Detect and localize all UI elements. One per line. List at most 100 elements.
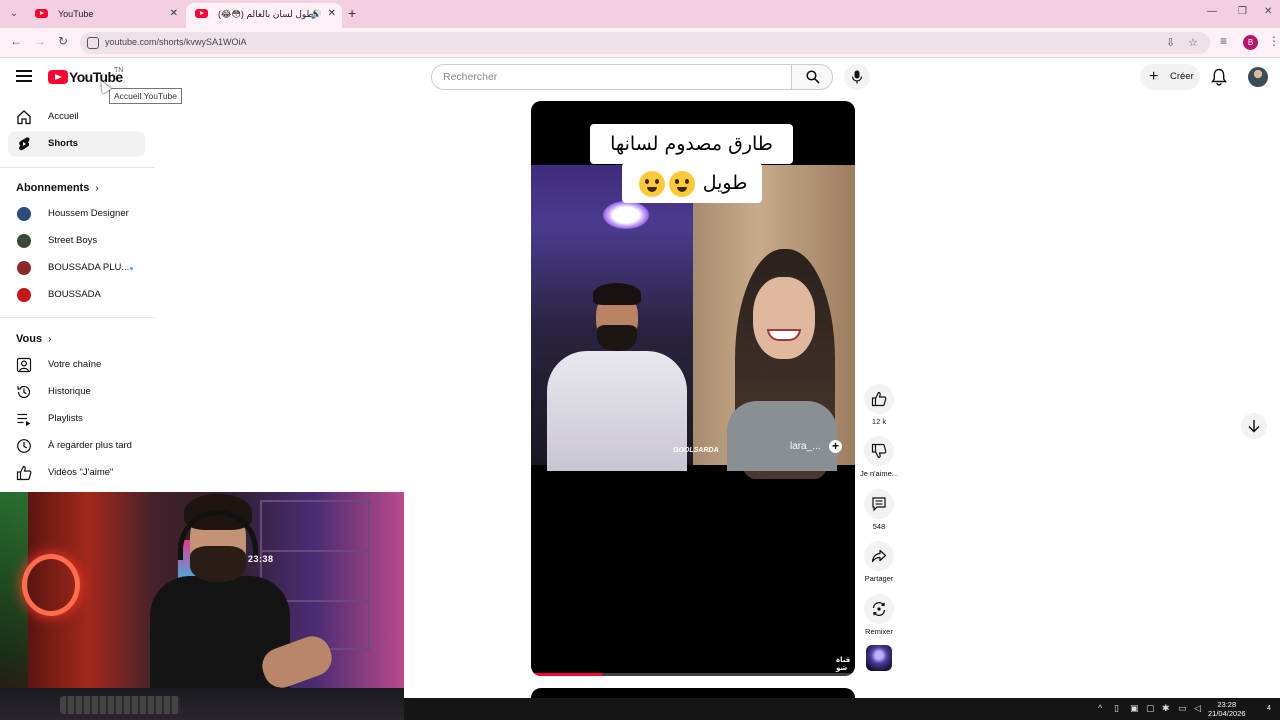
video-caption-line-1: طارق مصدوم لسانها bbox=[590, 124, 793, 164]
video-progress-fill bbox=[531, 673, 603, 676]
liked-videos-icon bbox=[16, 465, 32, 481]
reload-icon[interactable]: ↻ bbox=[58, 34, 68, 48]
remix-icon bbox=[872, 602, 886, 616]
notification-center-icon[interactable]: 4 bbox=[1262, 702, 1276, 716]
plus-icon: + bbox=[1149, 68, 1159, 85]
search-button[interactable] bbox=[791, 64, 833, 90]
browser-menu-icon[interactable]: ⋮ bbox=[1268, 34, 1280, 48]
webcam-overlay: 23:38 bbox=[0, 492, 404, 720]
sidebar-item-subscription[interactable]: BOUSSADA bbox=[8, 282, 145, 308]
sidebar-item-history[interactable]: Historique bbox=[8, 379, 145, 405]
video-man-shirt bbox=[547, 351, 687, 471]
tab-search-icon[interactable]: ≡ bbox=[1220, 34, 1227, 48]
add-icon: + bbox=[829, 440, 842, 453]
voice-search-button[interactable] bbox=[844, 64, 870, 90]
original-sound-thumbnail[interactable] bbox=[866, 645, 892, 671]
sidebar-item-playlists[interactable]: Playlists bbox=[8, 406, 145, 432]
tray-app-icon[interactable]: ▣ bbox=[1130, 703, 1139, 714]
restore-window-icon[interactable]: ❐ bbox=[1238, 6, 1247, 17]
dislike-button[interactable] bbox=[864, 436, 894, 466]
sidebar-item-liked-videos[interactable]: Vidéos "J'aime" bbox=[8, 460, 145, 486]
microphone-icon bbox=[851, 70, 863, 84]
share-button[interactable] bbox=[864, 541, 894, 571]
sidebar-item-label: Houssem Designer bbox=[48, 208, 129, 219]
shorts-icon bbox=[19, 137, 30, 151]
guide-menu-icon[interactable] bbox=[16, 70, 32, 82]
channel-avatar bbox=[17, 261, 31, 275]
tray-network-icon[interactable]: ▭ bbox=[1178, 703, 1187, 714]
video-man-beard bbox=[597, 325, 637, 351]
dislike-action[interactable]: Je n'aime... bbox=[860, 436, 898, 478]
share-action[interactable]: Partager bbox=[862, 541, 896, 583]
windows-taskbar: ^ ▯ ▣ ▢ ✱ ▭ ◁ bbox=[404, 698, 1280, 720]
keyboard-icon bbox=[60, 696, 180, 714]
youtube-favicon-icon bbox=[195, 9, 208, 18]
sidebar-item-subscription[interactable]: BOUSSADA PLU... bbox=[8, 255, 145, 281]
close-window-icon[interactable]: ✕ bbox=[1264, 6, 1272, 17]
shorts-video-player[interactable]: طارق مصدوم لسانها طويل GOOLSARDA lara_..… bbox=[531, 101, 855, 676]
sidebar-divider bbox=[0, 317, 155, 318]
browser-tab-shorts[interactable]: (😂😳) اطول لسان بالعالم #shorts 🔊 ✕ bbox=[186, 3, 342, 28]
sidebar-item-home[interactable]: Accueil bbox=[8, 104, 145, 130]
like-action[interactable]: 12 k bbox=[862, 384, 896, 426]
close-tab-icon[interactable]: ✕ bbox=[170, 3, 178, 25]
tab-title: (😂😳) اطول لسان بالعالم #shorts bbox=[218, 9, 318, 19]
sidebar-item-subscription[interactable]: Houssem Designer bbox=[8, 201, 145, 227]
video-watermark-right: lara_... bbox=[790, 441, 821, 452]
search-bar: Rechercher bbox=[431, 64, 833, 90]
tray-overflow-chevron-icon[interactable]: ^ bbox=[1098, 703, 1102, 713]
bookmark-star-icon[interactable]: ☆ bbox=[1188, 36, 1198, 49]
create-label: Créer bbox=[1170, 71, 1194, 82]
forward-arrow-icon[interactable]: → bbox=[34, 34, 46, 48]
sidebar-item-shorts[interactable]: Shorts bbox=[8, 131, 145, 157]
taskbar-clock[interactable]: 23:28 21/04/2026 bbox=[1208, 700, 1246, 718]
playlists-icon bbox=[17, 413, 31, 426]
tab-audio-icon[interactable]: 🔊 bbox=[311, 3, 322, 25]
youtube-play-logo-icon bbox=[48, 70, 68, 84]
subscriptions-header[interactable]: Abonnements › bbox=[16, 182, 99, 194]
minimize-window-icon[interactable]: — bbox=[1207, 6, 1217, 17]
video-woman-face bbox=[753, 277, 815, 359]
sidebar-item-watch-later[interactable]: À regarder plus tard bbox=[8, 433, 145, 459]
install-app-icon[interactable]: ⇩ bbox=[1166, 36, 1175, 49]
url-text: youtube.com/shorts/kvwySA1WOiA bbox=[105, 37, 247, 47]
new-tab-icon[interactable]: + bbox=[348, 5, 356, 21]
video-progress-bar[interactable] bbox=[531, 673, 855, 676]
browser-tab-youtube[interactable]: YouTube ✕ bbox=[26, 3, 184, 28]
address-bar[interactable]: youtube.com/shorts/kvwySA1WOiA ⇩ ☆ bbox=[80, 32, 1210, 54]
channel-avatar bbox=[17, 288, 31, 302]
tray-battery-icon[interactable]: ▯ bbox=[1114, 703, 1119, 714]
sidebar-divider bbox=[0, 167, 155, 168]
back-arrow-icon[interactable]: ← bbox=[10, 34, 22, 48]
you-header[interactable]: Vous › bbox=[16, 333, 51, 345]
notifications-bell-icon[interactable] bbox=[1211, 68, 1227, 86]
tray-app-icon[interactable]: ▢ bbox=[1146, 703, 1155, 714]
webcam-shelf-board bbox=[260, 550, 370, 552]
comments-button[interactable] bbox=[864, 489, 894, 519]
you-title: Vous bbox=[16, 333, 43, 345]
account-avatar[interactable] bbox=[1248, 67, 1268, 87]
channel-tag: قناة شو bbox=[836, 657, 851, 672]
next-short-button[interactable] bbox=[1241, 413, 1267, 439]
comments-action[interactable]: 548 bbox=[862, 489, 896, 531]
comment-icon bbox=[872, 497, 886, 512]
share-label: Partager bbox=[864, 574, 894, 583]
tray-volume-icon[interactable]: ◁ bbox=[1194, 703, 1201, 714]
sidebar-item-subscription[interactable]: Street Boys bbox=[8, 228, 145, 254]
history-icon bbox=[17, 385, 31, 399]
create-button[interactable]: + Créer bbox=[1140, 64, 1200, 90]
tray-bluetooth-icon[interactable]: ✱ bbox=[1162, 703, 1170, 714]
like-button[interactable] bbox=[864, 384, 894, 414]
sidebar-item-label: Historique bbox=[48, 386, 91, 397]
browser-profile-avatar[interactable]: B bbox=[1243, 35, 1258, 50]
chevron-right-icon: › bbox=[48, 334, 52, 345]
remix-action[interactable]: Remixer bbox=[862, 594, 896, 636]
tab-search-chevron-icon[interactable]: ⌄ bbox=[6, 6, 22, 22]
search-input[interactable]: Rechercher bbox=[431, 64, 793, 90]
remix-button[interactable] bbox=[864, 594, 894, 624]
close-tab-icon[interactable]: ✕ bbox=[328, 3, 336, 25]
comments-count: 548 bbox=[872, 522, 886, 531]
sidebar-item-your-channel[interactable]: Votre chaîne bbox=[8, 352, 145, 378]
channel-avatar bbox=[17, 234, 31, 248]
site-info-icon[interactable] bbox=[87, 37, 99, 49]
